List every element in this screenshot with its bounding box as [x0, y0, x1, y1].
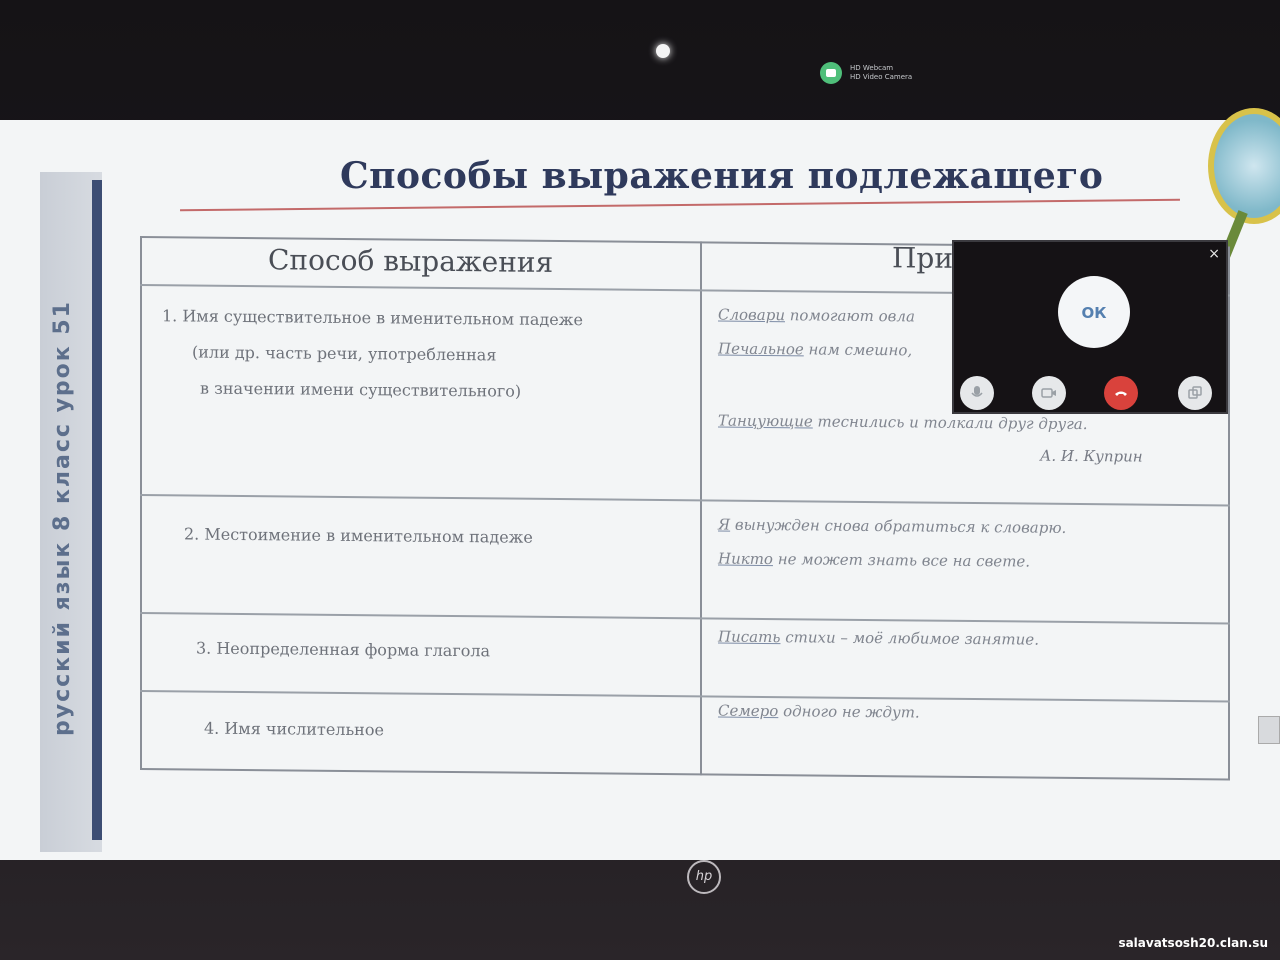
subject-word: Семеро: [718, 701, 779, 721]
table-cell-text: 3. Неопределенная форма глагола: [196, 638, 491, 661]
table-row-examples: Семеро одного не ждут.: [718, 694, 920, 730]
example-text: стихи – моё любимое занятие.: [780, 628, 1039, 649]
screen-share-icon: [1188, 386, 1202, 399]
subject-word: Никто: [718, 549, 773, 569]
subject-word: Печальное: [718, 339, 804, 359]
site-watermark: salavatsosh20.clan.su: [1118, 936, 1268, 950]
camera-button[interactable]: [1032, 376, 1066, 410]
screen-share-button[interactable]: [1178, 376, 1212, 410]
table-row: 4. Имя числительное: [204, 711, 384, 749]
video-call-popup: × ОК: [952, 240, 1228, 414]
example-text: не может знать все на свете.: [772, 550, 1031, 571]
example-text: нам смешно,: [803, 340, 913, 360]
microphone-icon: [971, 386, 983, 397]
subject-word: Писать: [718, 627, 781, 647]
example-text: одного не ждут.: [778, 702, 920, 722]
subject-word: Я: [718, 515, 731, 534]
ok-button[interactable]: ОК: [1058, 276, 1130, 348]
example-text: вынужден снова обратиться к словарю.: [730, 515, 1067, 537]
table-row: 3. Неопределенная форма глагола: [196, 631, 490, 670]
table-row-examples: Писать стихи – моё любимое занятие.: [718, 620, 1039, 657]
table-cell-text: 1. Имя существительное в именительном па…: [162, 306, 583, 330]
webcam-notification-subtitle: HD Video Camera: [850, 73, 913, 81]
table-cell-text: (или др. часть речи, употребленная: [192, 342, 497, 365]
screen-edge-widget: [1258, 716, 1280, 744]
hang-up-icon: [1115, 391, 1127, 396]
close-icon[interactable]: ×: [1208, 246, 1220, 262]
table-row-examples: Я вынужден снова обратиться к словарю. Н…: [718, 508, 1066, 579]
table-header-examples: При: [892, 241, 954, 275]
table-row: 2. Местоимение в именительном падеже: [184, 516, 533, 555]
subject-word: Танцующие: [718, 411, 813, 431]
hp-logo: hp: [687, 860, 721, 894]
hang-up-button[interactable]: [1104, 376, 1138, 410]
camera-icon: [1041, 388, 1056, 398]
slide-side-label: русский язык 8 класс урок 51: [50, 300, 75, 736]
webcam-notification-title: HD Webcam: [850, 64, 894, 72]
table-cell-text: 2. Местоимение в именительном падеже: [184, 524, 533, 547]
example-author: А. И. Куприн: [1040, 446, 1143, 466]
table-header-method: Способ выражения: [268, 243, 554, 279]
slide-side-bar: [92, 180, 102, 840]
example-text: теснились и толкали друг друга.: [812, 412, 1088, 434]
microphone-button[interactable]: [960, 376, 994, 410]
subject-word: Словари: [718, 305, 785, 325]
example-text: помогают овла: [785, 306, 915, 326]
webcam-notification: HD Webcam HD Video Camera: [820, 62, 912, 84]
slide-title: Способы выражения подлежащего: [340, 155, 1104, 197]
table-cell-text: 4. Имя числительное: [204, 718, 384, 740]
table-row: 1. Имя существительное в именительном па…: [162, 298, 583, 410]
camera-indicator-light: [656, 44, 670, 58]
webcam-icon: [820, 62, 842, 84]
table-cell-text: в значении имени существительного): [200, 378, 522, 401]
